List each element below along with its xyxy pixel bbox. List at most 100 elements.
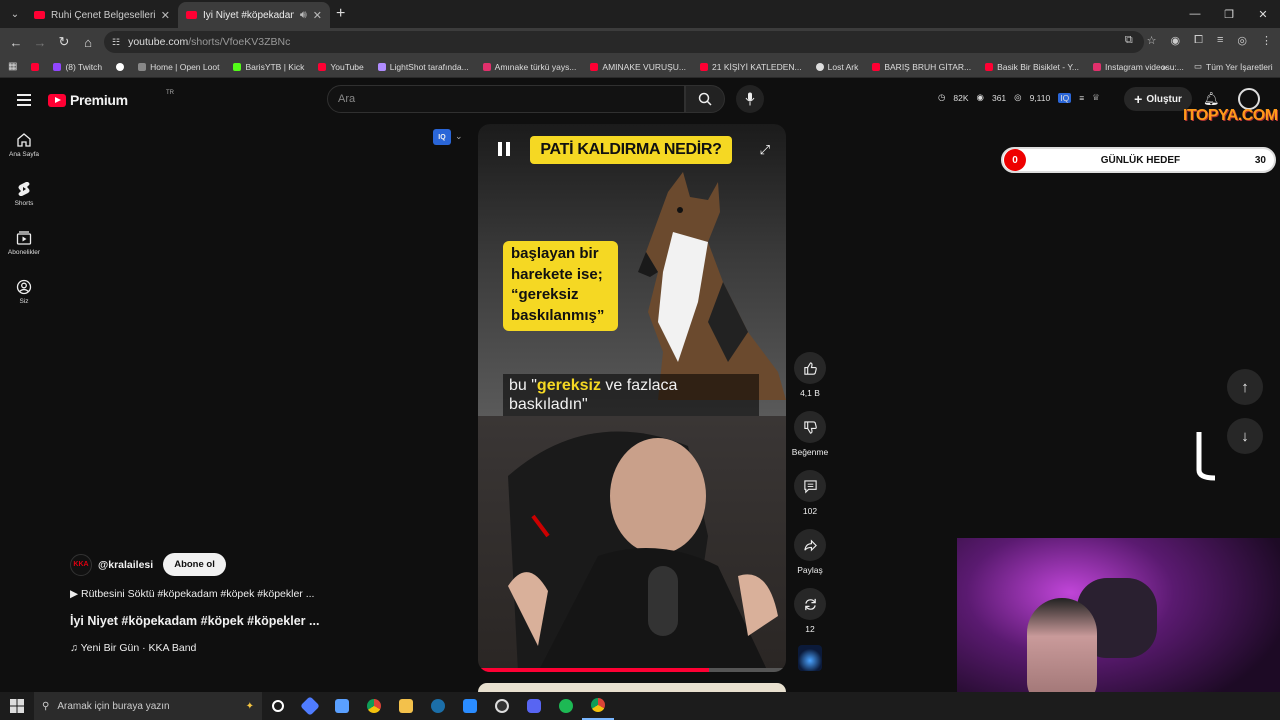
remix-button[interactable]: 12 — [791, 588, 829, 634]
sound-thumbnail[interactable] — [798, 645, 822, 671]
tab-search-button[interactable]: ⌄ — [4, 4, 26, 24]
search-input[interactable]: Ara — [327, 85, 685, 113]
subscribe-button[interactable]: Abone ol — [163, 553, 226, 576]
restore-icon[interactable]: ❐ — [1212, 0, 1246, 28]
taskbar-app-icon[interactable] — [454, 692, 486, 720]
video-progress-bar[interactable] — [478, 668, 786, 672]
sidebar-item-subscriptions[interactable]: Abonelikler — [0, 218, 48, 267]
voice-search-button[interactable] — [736, 85, 764, 113]
next-short-button[interactable]: ↓ — [1227, 418, 1263, 454]
youtube-premium-logo[interactable]: Premium TR — [48, 90, 174, 108]
like-button[interactable]: 4,1 B — [791, 352, 829, 398]
spotify-icon[interactable] — [550, 692, 582, 720]
url-bar[interactable]: ☷ youtube.com/shorts/VfoeKV3ZBNc — [104, 31, 1144, 53]
cortana-icon[interactable] — [262, 692, 294, 720]
music-link[interactable]: ♫ Yeni Bir Gün · KKA Band — [70, 642, 196, 654]
more-bookmarks-icon[interactable]: » — [1162, 62, 1167, 72]
chrome-icon[interactable] — [358, 692, 390, 720]
new-tab-button[interactable]: + — [336, 5, 345, 23]
youtube-favicon-icon — [186, 11, 197, 19]
bookmark-item[interactable]: AMINAKE VURUŞU... — [590, 62, 686, 72]
discord-icon[interactable] — [518, 692, 550, 720]
next-short-preview[interactable] — [478, 683, 786, 692]
search-button[interactable] — [685, 85, 725, 113]
create-button[interactable]: + Oluştur — [1124, 87, 1192, 111]
bookmark-item[interactable]: LightShot tarafında... — [377, 62, 469, 72]
notifications-bell-icon[interactable]: 🔔︎ — [1203, 91, 1220, 107]
file-explorer-icon[interactable] — [390, 692, 422, 720]
menu-hamburger-icon[interactable] — [17, 94, 31, 109]
profile-icon[interactable]: ◎ — [1237, 34, 1247, 47]
bookmark-star-icon[interactable]: ☆ — [1147, 34, 1157, 47]
sidebar-item-home[interactable]: Ana Sayfa — [0, 120, 48, 169]
pause-icon[interactable] — [498, 142, 510, 156]
close-tab-icon[interactable]: ✕ — [161, 9, 170, 22]
fullscreen-icon[interactable]: ⤢ — [760, 142, 770, 158]
bookmark-item[interactable] — [116, 62, 125, 71]
close-window-icon[interactable]: ✕ — [1246, 0, 1280, 28]
bookmark-item[interactable]: Lost Ark — [815, 61, 859, 72]
back-icon[interactable]: ← — [4, 35, 28, 50]
taskbar-search-input[interactable]: ⚲ Aramak için buraya yazın ✦ — [34, 692, 262, 720]
bookmark-item[interactable]: BARIŞ BRUH GİTAR... — [872, 62, 971, 72]
progress-fill — [478, 668, 709, 672]
sidebar-item-you[interactable]: Siz — [0, 267, 48, 316]
bookmark-item[interactable]: Instagram videosu:... — [1092, 62, 1184, 72]
store-icon[interactable] — [326, 692, 358, 720]
speaker-icon[interactable]: 🔊︎ — [300, 9, 307, 22]
reload-icon[interactable]: ↻ — [52, 34, 76, 50]
url-path: /shorts/VfoeKV3ZBNc — [188, 36, 291, 48]
trophy-icon[interactable]: ♕ — [1092, 92, 1100, 103]
bookmark-item[interactable]: Basik Bir Bisiklet - Y... — [985, 62, 1079, 72]
comments-button[interactable]: 102 — [791, 470, 829, 516]
chrome-active-icon[interactable] — [582, 692, 614, 720]
home-icon[interactable]: ⌂ — [76, 35, 100, 50]
tab-title: Ruhi Çenet Belgeselleri - YouTu — [51, 9, 155, 21]
forward-icon[interactable]: → — [28, 35, 52, 50]
list-icon[interactable]: ≡ — [1079, 93, 1084, 103]
subscriptions-icon — [16, 230, 32, 245]
bookmark-item[interactable]: YouTube — [318, 62, 364, 72]
bookmark-item[interactable] — [31, 62, 40, 71]
bookmark-label: Tüm Yer İşaretleri — [1206, 61, 1273, 72]
all-bookmarks[interactable]: ▭ Tüm Yer İşaretleri — [1194, 61, 1273, 72]
browser-tabbar: ⌄ Ruhi Çenet Belgeselleri - YouTu ✕ İyi … — [0, 0, 1280, 28]
iq-icon[interactable]: IQ — [1058, 92, 1072, 103]
steam-icon[interactable] — [422, 692, 454, 720]
tab-ruhi-cenet[interactable]: Ruhi Çenet Belgeselleri - YouTu ✕ — [26, 2, 178, 28]
iq-extension-button[interactable]: IQ — [433, 129, 451, 145]
bookmark-item[interactable]: 21 KİŞİYİ KATLEDEN... — [700, 62, 802, 72]
site-info-icon[interactable]: ☷ — [112, 37, 120, 48]
bookmark-label: Lost Ark — [827, 61, 859, 72]
bookmark-item[interactable]: Amınake türkü yays... — [482, 62, 576, 72]
tab-active-video[interactable]: İyi Niyet #köpekadam #köp 🔊︎ ✕ — [178, 2, 330, 28]
queue-icon[interactable]: ≡ — [1217, 34, 1223, 47]
close-tab-icon[interactable]: ✕ — [313, 9, 322, 22]
chevron-down-icon[interactable]: ⌄ — [455, 131, 463, 142]
video-title[interactable]: İyi Niyet #köpekadam #köpek #köpekler ..… — [70, 614, 319, 628]
channel-avatar[interactable]: KKA — [70, 553, 92, 576]
sidebar-item-shorts[interactable]: Shorts — [0, 169, 48, 218]
extension-icon[interactable]: ◉ — [1171, 34, 1181, 47]
apps-grid-icon[interactable]: ▦ — [8, 61, 17, 72]
obs-icon[interactable] — [486, 692, 518, 720]
channel-handle[interactable]: @kralailesi — [98, 559, 153, 571]
minimize-icon[interactable]: — — [1178, 0, 1212, 28]
arrow-down-icon: ↓ — [1241, 427, 1249, 445]
video-description[interactable]: ▶ Rütbesini Söktü #köpekadam #köpek #köp… — [70, 588, 314, 600]
previous-short-button[interactable]: ↑ — [1227, 369, 1263, 405]
bookmark-item[interactable]: BarisYTB | Kick — [233, 62, 304, 72]
puzzle-icon[interactable]: ⧠ — [1194, 34, 1203, 47]
bookmark-item[interactable]: Home | Open Loot — [138, 62, 219, 72]
bookmark-label: Home | Open Loot — [150, 61, 220, 72]
shorts-player[interactable]: PATİ KALDIRMA NEDİR? ⤢ başlayan bir hare… — [478, 124, 786, 672]
install-icon[interactable]: ⧉ — [1125, 34, 1133, 47]
menu-kebab-icon[interactable]: ⋮ — [1261, 34, 1272, 47]
bookmark-item[interactable]: (8) Twitch — [53, 62, 102, 72]
goal-current: 0 — [1004, 149, 1026, 171]
address-toolbar: ← → ↻ ⌂ ☷ youtube.com/shorts/VfoeKV3ZBNc… — [0, 28, 1280, 56]
taskbar-app-icon[interactable] — [294, 692, 326, 720]
windows-start-icon[interactable] — [0, 692, 34, 720]
share-button[interactable]: Paylaş — [791, 529, 829, 575]
dislike-button[interactable]: Beğenme — [791, 411, 829, 457]
